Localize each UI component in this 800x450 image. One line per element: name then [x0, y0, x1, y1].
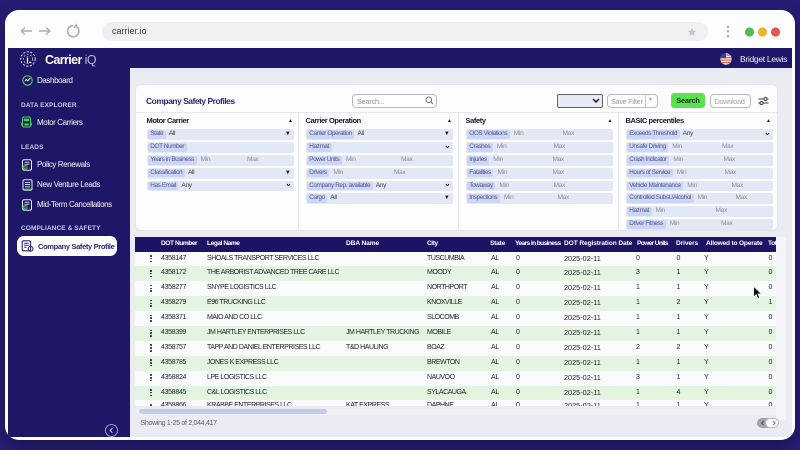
- svg-text:i.: i.: [26, 55, 31, 65]
- svg-text:%: %: [24, 205, 29, 210]
- svg-text:%: %: [24, 165, 29, 170]
